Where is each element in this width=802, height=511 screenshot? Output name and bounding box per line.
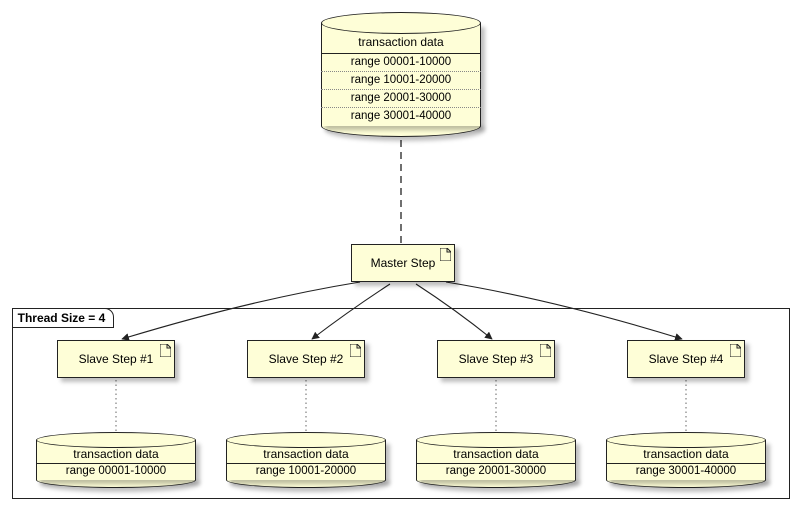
master-step-box: Master Step [351, 244, 455, 282]
main-db-row: range 20001-30000 [321, 89, 481, 107]
main-db-title: transaction data [321, 32, 481, 53]
dogear-icon [730, 344, 741, 357]
slave-db-title: transaction data [606, 446, 766, 463]
slave-db-title: transaction data [226, 446, 386, 463]
slave-db-range: range 20001-30000 [416, 463, 576, 478]
thread-frame-label: Thread Size = 4 [18, 311, 106, 325]
dogear-icon [350, 344, 361, 357]
dogear-icon [160, 344, 171, 357]
slave-db-2: transaction data range 10001-20000 [226, 432, 386, 488]
main-db-row: range 30001-40000 [321, 107, 481, 125]
slave-step-label: Slave Step #4 [649, 352, 724, 366]
main-db-row: range 00001-10000 [321, 53, 481, 71]
dogear-icon [440, 248, 451, 261]
slave-step-4: Slave Step #4 [627, 340, 745, 378]
slave-db-title: transaction data [36, 446, 196, 463]
slave-step-2: Slave Step #2 [247, 340, 365, 378]
main-database-cylinder: transaction data range 00001-10000 range… [321, 12, 481, 138]
master-step-label: Master Step [371, 256, 436, 270]
slave-step-label: Slave Step #1 [79, 352, 154, 366]
slave-db-3: transaction data range 20001-30000 [416, 432, 576, 488]
slave-db-range: range 30001-40000 [606, 463, 766, 478]
slave-db-range: range 00001-10000 [36, 463, 196, 478]
slave-step-1: Slave Step #1 [57, 340, 175, 378]
slave-db-range: range 10001-20000 [226, 463, 386, 478]
main-db-row: range 10001-20000 [321, 71, 481, 89]
dogear-icon [540, 344, 551, 357]
slave-step-label: Slave Step #2 [269, 352, 344, 366]
slave-step-3: Slave Step #3 [437, 340, 555, 378]
slave-db-1: transaction data range 00001-10000 [36, 432, 196, 488]
slave-db-title: transaction data [416, 446, 576, 463]
slave-step-label: Slave Step #3 [459, 352, 534, 366]
slave-db-4: transaction data range 30001-40000 [606, 432, 766, 488]
